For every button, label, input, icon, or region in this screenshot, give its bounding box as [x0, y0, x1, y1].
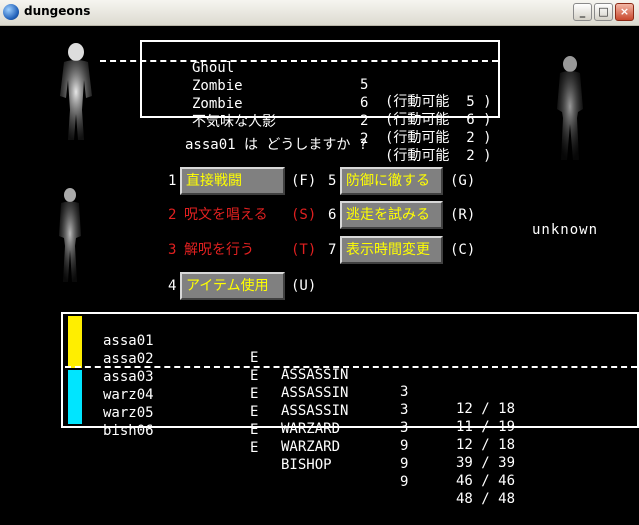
window-titlebar: dungeons _ □ × [0, 0, 639, 26]
monster-row: Zombie 6 (行動可能 6 ) [142, 61, 492, 128]
member-hp: 46 / 46 [456, 473, 516, 489]
minimize-button[interactable]: _ [573, 3, 592, 21]
monster-name: Zombie [192, 78, 243, 94]
command-number: 4 [168, 278, 177, 294]
member-class: WARZARD [281, 439, 341, 455]
game-screen: Ghoul 5 (行動可能 5 ) Zombie 6 (行動可能 6 ) Zom… [0, 26, 639, 507]
command-number: 2 [168, 207, 177, 223]
dispel-key: (T) [291, 242, 317, 258]
command-number: 3 [168, 242, 177, 258]
party-divider [65, 366, 637, 368]
party-member-row[interactable]: warz04 E WARZARD 9 39 / 39 [63, 370, 515, 471]
member-class: ASSASSIN [281, 385, 349, 401]
monster-row: Ghoul 5 (行動可能 5 ) [142, 43, 492, 110]
parry-key: (G) [450, 173, 476, 189]
spell-command-disabled: 呪文を唱える [184, 207, 268, 223]
display-time-button[interactable]: 表示時間変更 [340, 236, 443, 264]
monster-row: Zombie 2 (行動可能 2 ) [142, 79, 492, 146]
monster-row: 不気味な人影 2 (行動可能 2 ) [142, 97, 492, 164]
monster-divider [100, 60, 498, 62]
member-alignment: E [250, 368, 259, 384]
member-level: 3 [400, 384, 409, 400]
party-list: assa01 E ASSASSIN 3 12 / 18 assa02 E ASS… [61, 312, 639, 507]
member-level: 3 [400, 420, 409, 436]
monster-status: (行動可能 6 ) [385, 112, 492, 128]
member-class: WARZARD [281, 421, 341, 437]
member-class: ASSASSIN [281, 367, 349, 383]
parry-button[interactable]: 防御に徹する [340, 167, 443, 195]
member-level: 9 [400, 438, 409, 454]
member-alignment: E [250, 440, 259, 456]
maximize-button[interactable]: □ [594, 3, 613, 21]
party-member-row[interactable]: assa01 E ASSASSIN 3 12 / 18 [63, 316, 515, 417]
monster-list: Ghoul 5 (行動可能 5 ) Zombie 6 (行動可能 6 ) Zom… [140, 40, 500, 164]
monster-name: Ghoul [192, 60, 235, 76]
member-alignment: E [250, 386, 259, 402]
run-button[interactable]: 逃走を試みる [340, 201, 443, 229]
fight-button[interactable]: 直接戦闘 [180, 167, 285, 195]
member-class: ASSASSIN [281, 403, 349, 419]
zombie-figure-icon [59, 188, 81, 282]
member-hp: 12 / 18 [456, 401, 516, 417]
unknown-target-label: unknown [532, 222, 599, 238]
member-class: BISHOP [281, 457, 332, 473]
monster-status: (行動可能 2 ) [385, 130, 492, 146]
window-title: dungeons [24, 4, 91, 18]
party-member-row[interactable]: bish06 E BISHOP 9 48 / 48 [63, 406, 515, 507]
display-time-key: (C) [450, 242, 476, 258]
ghoul-figure-icon [60, 43, 92, 140]
fight-key: (F) [291, 173, 317, 189]
use-item-button[interactable]: アイテム使用 [180, 272, 285, 300]
member-alignment: E [250, 422, 259, 438]
party-member-row[interactable]: warz05 E WARZARD 9 46 / 46 [63, 388, 515, 489]
run-key: (R) [450, 207, 476, 223]
command-number: 5 [328, 173, 337, 189]
app-globe-icon [3, 4, 19, 20]
spell-key: (S) [291, 207, 317, 223]
member-alignment: E [250, 404, 259, 420]
member-hp: 39 / 39 [456, 455, 516, 471]
action-prompt: assa01 は どうしますか ? [185, 137, 368, 153]
monster-status: (行動可能 5 ) [385, 94, 492, 110]
command-number: 1 [168, 173, 177, 189]
item-key: (U) [291, 278, 317, 294]
member-alignment: E [250, 350, 259, 366]
command-number: 6 [328, 207, 337, 223]
monster-count: 2 [360, 113, 369, 129]
member-level: 9 [400, 474, 409, 490]
monster-count: 5 [360, 77, 369, 93]
shadow-figure-icon [557, 56, 583, 160]
party-member-row[interactable]: assa02 E ASSASSIN 3 11 / 19 [63, 334, 515, 435]
dispel-command-disabled: 解呪を行う [184, 242, 254, 258]
command-number: 7 [328, 242, 337, 258]
monster-count: 6 [360, 95, 369, 111]
member-hp: 48 / 48 [456, 491, 516, 507]
member-hp: 12 / 18 [456, 437, 516, 453]
monster-name: Zombie [192, 96, 243, 112]
member-level: 3 [400, 402, 409, 418]
monster-status: (行動可能 2 ) [385, 148, 492, 164]
close-button[interactable]: × [615, 3, 634, 21]
monster-name: 不気味な人影 [192, 114, 276, 130]
member-level: 9 [400, 456, 409, 472]
member-name: bish06 [103, 423, 154, 439]
